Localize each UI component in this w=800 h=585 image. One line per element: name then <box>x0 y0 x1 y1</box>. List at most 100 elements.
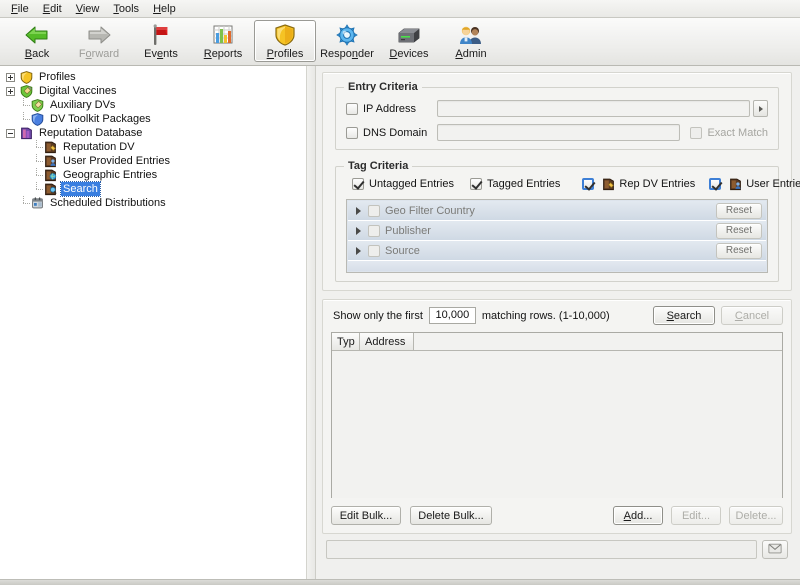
tree-guide <box>32 182 42 196</box>
toolbar-button-back[interactable]: Back <box>6 20 68 62</box>
geo-filter-country-checkbox[interactable] <box>368 205 380 217</box>
results-table-body <box>332 351 782 498</box>
main-toolbar: Back Forward Events <box>0 18 800 66</box>
expand-toggle-icon[interactable] <box>6 73 15 82</box>
tree-item-dv-toolkit-packages[interactable]: DV Toolkit Packages <box>6 112 306 126</box>
exact-match-label: Exact Match <box>707 127 768 139</box>
menu-file[interactable]: FFileile <box>4 2 36 16</box>
tree-label: Reputation DV <box>61 140 137 154</box>
menu-tools[interactable]: Tools <box>106 2 146 16</box>
search-panel: Entry Criteria IP Address DNS Domain Exa… <box>316 66 800 579</box>
search-button[interactable]: Search <box>653 306 715 325</box>
toolbar-label-admin: Admin <box>455 48 486 60</box>
toolbar-button-admin[interactable]: Admin <box>440 20 502 62</box>
source-reset-button[interactable]: Reset <box>716 243 762 259</box>
tree-label: Scheduled Distributions <box>48 196 168 210</box>
expand-triangle-icon[interactable] <box>356 227 361 235</box>
publisher-label: Publisher <box>385 225 431 237</box>
menu-view[interactable]: View <box>69 2 107 16</box>
rep-dv-entries-checkbox[interactable] <box>582 178 594 190</box>
dns-domain-checkbox[interactable] <box>346 127 358 139</box>
expand-toggle-icon[interactable] <box>6 87 15 96</box>
tagged-entries-checkbox[interactable] <box>470 178 482 190</box>
tag-checkbox-row: Untagged Entries Tagged Entries Rep DV E… <box>346 177 768 191</box>
menu-help[interactable]: Help <box>146 2 183 16</box>
rep-dv-entries-label: Rep DV Entries <box>619 178 695 190</box>
tree-guide <box>19 98 29 112</box>
publisher-checkbox[interactable] <box>368 225 380 237</box>
filter-row-source[interactable]: Source Reset <box>348 241 766 261</box>
tree-item-search[interactable]: Search <box>6 182 306 196</box>
toolbar-button-responder[interactable]: Responder <box>316 20 378 62</box>
column-header-filler <box>414 333 782 351</box>
shield-icon <box>274 23 296 47</box>
delete-button[interactable]: Delete... <box>729 506 783 525</box>
entry-criteria-title: Entry Criteria <box>344 81 422 93</box>
toolbar-button-events[interactable]: Events <box>130 20 192 62</box>
untagged-entries-checkbox[interactable] <box>352 178 364 190</box>
tree-item-reputation-database[interactable]: Reputation Database <box>6 126 306 140</box>
filter-row-publisher[interactable]: Publisher Reset <box>348 221 766 241</box>
publisher-reset-button[interactable]: Reset <box>716 223 762 239</box>
expand-triangle-icon[interactable] <box>356 207 361 215</box>
status-message-button[interactable] <box>762 540 788 559</box>
filter-row-geo-filter-country[interactable]: Geo Filter Country Reset <box>348 201 766 221</box>
database-dv-icon <box>600 177 616 191</box>
ip-address-input[interactable] <box>437 100 750 117</box>
dns-domain-input[interactable] <box>437 124 680 141</box>
tree-label: Reputation Database <box>37 126 144 140</box>
tree-guide <box>32 154 42 168</box>
add-button[interactable]: Add... <box>613 506 663 525</box>
column-header-typ[interactable]: Typ <box>332 333 360 351</box>
tree-item-profiles[interactable]: Profiles <box>6 70 306 84</box>
column-header-address[interactable]: Address <box>360 333 414 351</box>
toolbar-button-reports[interactable]: Reports <box>192 20 254 62</box>
gear-icon <box>335 23 359 47</box>
toolbar-button-devices[interactable]: Devices <box>378 20 440 62</box>
ip-address-checkbox[interactable] <box>346 103 358 115</box>
tree-label: User Provided Entries <box>61 154 172 168</box>
database-search-icon <box>42 182 58 196</box>
tree-label: Search <box>61 182 100 196</box>
toolbar-button-forward[interactable]: Forward <box>68 20 130 62</box>
tree-guide <box>19 112 29 126</box>
tree-item-digital-vaccines[interactable]: Digital Vaccines <box>6 84 306 98</box>
geo-filter-country-reset-button[interactable]: Reset <box>716 203 762 219</box>
tree-item-scheduled-distributions[interactable]: Scheduled Distributions <box>6 196 306 210</box>
tree-item-user-provided-entries[interactable]: User Provided Entries <box>6 154 306 168</box>
exact-match-checkbox[interactable] <box>690 127 702 139</box>
source-checkbox[interactable] <box>368 245 380 257</box>
server-icon <box>396 23 422 47</box>
split-pane-divider[interactable] <box>307 66 316 579</box>
filter-list-filler <box>348 261 766 271</box>
application-window: FFileile Edit View Tools Help Back Fo <box>0 0 800 585</box>
menu-edit[interactable]: Edit <box>36 2 69 16</box>
tag-criteria-title: Tag Criteria <box>344 160 412 172</box>
menu-bar: FFileile Edit View Tools Help <box>0 0 800 18</box>
delete-bulk-button[interactable]: Delete Bulk... <box>410 506 492 525</box>
tree-guide <box>32 140 42 154</box>
toolbar-label-reports: Reports <box>204 48 243 60</box>
status-bar <box>326 540 757 559</box>
result-limit-row: Show only the first 10,000 matching rows… <box>331 306 783 325</box>
edit-bulk-button[interactable]: Edit Bulk... <box>331 506 401 525</box>
edit-button[interactable]: Edit... <box>671 506 721 525</box>
toolbar-button-profiles[interactable]: Profiles <box>254 20 316 62</box>
tree-item-geographic-entries[interactable]: Geographic Entries <box>6 168 306 182</box>
user-entries-checkbox[interactable] <box>709 178 721 190</box>
tree-label: Profiles <box>37 70 78 84</box>
shield-blue-icon <box>29 112 45 126</box>
results-table: Typ Address <box>331 332 783 498</box>
cancel-button[interactable]: Cancel <box>721 306 783 325</box>
database-icon <box>18 126 34 140</box>
collapse-toggle-icon[interactable] <box>6 129 15 138</box>
tree-item-reputation-dv[interactable]: Reputation DV <box>6 140 306 154</box>
tagged-entries-label: Tagged Entries <box>487 178 560 190</box>
tree-guide <box>19 196 29 210</box>
user-entries-label: User Entries <box>746 178 800 190</box>
ip-address-expand-button[interactable] <box>753 100 768 117</box>
expand-triangle-icon[interactable] <box>356 247 361 255</box>
tree-item-auxiliary-dvs[interactable]: Auxiliary DVs <box>6 98 306 112</box>
limit-value-input[interactable]: 10,000 <box>429 307 476 324</box>
ip-address-row: IP Address <box>346 100 768 117</box>
